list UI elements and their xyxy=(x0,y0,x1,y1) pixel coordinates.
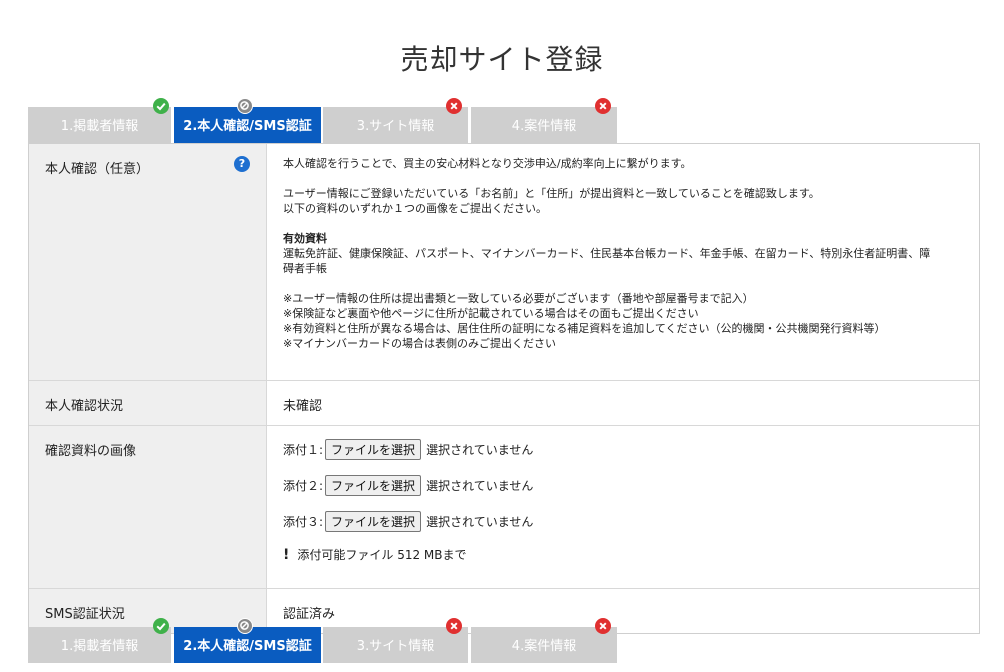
identity-form: 本人確認（任意） ? 本人確認を行うことで、買主の安心材料となり交渉申込/成約率… xyxy=(28,143,980,634)
valid-docs-heading: 有効資料 xyxy=(283,232,327,245)
file-status: 選択されていません xyxy=(426,478,534,493)
file-status: 選択されていません xyxy=(426,514,534,529)
tab-identity-sms[interactable]: 2.本人確認/SMS認証 xyxy=(174,98,321,143)
help-icon[interactable]: ? xyxy=(234,156,250,172)
page-title: 売却サイト登録 xyxy=(400,43,604,76)
tab-label: 1.掲載者情報 xyxy=(60,119,139,134)
error-icon xyxy=(595,98,611,114)
choose-file-button[interactable]: ファイルを選択 xyxy=(325,438,422,460)
error-icon xyxy=(595,618,611,634)
tab-label: 4.案件情報 xyxy=(511,639,577,654)
file-line-1: 添付１: ファイルを選択 選択されていません xyxy=(283,438,963,460)
identity-match-line2: 以下の資料のいずれか１つの画像をご提出ください。 xyxy=(283,202,547,215)
identity-status-label: 本人確認状況 xyxy=(29,381,267,425)
images-row: 確認資料の画像 添付１: ファイルを選択 選択されていません 添付２: ファイル… xyxy=(29,426,979,589)
identity-status-row: 本人確認状況 未確認 xyxy=(29,381,979,426)
images-value: 添付１: ファイルを選択 選択されていません 添付２: ファイルを選択 選択され… xyxy=(267,426,979,588)
file-label: 添付３: xyxy=(283,514,324,529)
tab-label: 1.掲載者情報 xyxy=(60,639,139,654)
identity-label: 本人確認（任意） xyxy=(45,162,150,177)
pending-icon xyxy=(237,618,253,634)
tab-poster-info[interactable]: 1.掲載者情報 xyxy=(28,618,171,663)
tab-label: 2.本人確認/SMS認証 xyxy=(183,119,312,134)
file-label: 添付２: xyxy=(283,478,324,493)
tab-site-info[interactable]: 3.サイト情報 xyxy=(323,618,468,663)
images-label: 確認資料の画像 xyxy=(29,426,267,588)
valid-docs-line1: 運転免許証、健康保険証、パスポート、マイナンバーカード、住民基本台帳カード、年金… xyxy=(283,247,931,260)
choose-file-button[interactable]: ファイルを選択 xyxy=(325,474,422,496)
note-4: ※マイナンバーカードの場合は表側のみご提出ください xyxy=(283,337,556,350)
tab-site-info[interactable]: 3.サイト情報 xyxy=(323,98,468,143)
pending-icon xyxy=(237,98,253,114)
tab-label: 3.サイト情報 xyxy=(356,119,435,134)
identity-match-line1: ユーザー情報にご登録いただいている「お名前」と「住所」が提出資料と一致しているこ… xyxy=(283,187,820,200)
identity-label-cell: 本人確認（任意） ? xyxy=(29,144,267,380)
valid-docs-line2: 碍者手帳 xyxy=(283,262,327,275)
tab-label: 4.案件情報 xyxy=(511,119,577,134)
check-icon xyxy=(153,98,169,114)
tab-listing-info[interactable]: 4.案件情報 xyxy=(471,618,617,663)
note-2: ※保険証など裏面や他ページに住所が記載されている場合はその面もご提出ください xyxy=(283,307,699,320)
tab-label: 3.サイト情報 xyxy=(356,639,435,654)
identity-status-value: 未確認 xyxy=(267,381,979,425)
file-status: 選択されていません xyxy=(426,442,534,457)
file-line-2: 添付２: ファイルを選択 選択されていません xyxy=(283,474,963,496)
exclamation-icon: ! xyxy=(283,546,290,563)
identity-row: 本人確認（任意） ? 本人確認を行うことで、買主の安心材料となり交渉申込/成約率… xyxy=(29,144,979,381)
identity-intro: 本人確認を行うことで、買主の安心材料となり交渉申込/成約率向上に繋がります。 xyxy=(283,157,692,170)
file-limit-note: ! 添付可能ファイル 512 MBまで xyxy=(283,546,963,563)
choose-file-button[interactable]: ファイルを選択 xyxy=(325,510,422,532)
file-limit-text: 添付可能ファイル 512 MBまで xyxy=(297,548,467,562)
tab-identity-sms[interactable]: 2.本人確認/SMS認証 xyxy=(174,618,321,663)
file-line-3: 添付３: ファイルを選択 選択されていません xyxy=(283,510,963,532)
error-icon xyxy=(446,618,462,634)
tab-listing-info[interactable]: 4.案件情報 xyxy=(471,98,617,143)
note-1: ※ユーザー情報の住所は提出書類と一致している必要がございます（番地や部屋番号まで… xyxy=(283,292,754,305)
tab-poster-info[interactable]: 1.掲載者情報 xyxy=(28,98,171,143)
note-3: ※有効資料と住所が異なる場合は、居住住所の証明になる補足資料を追加してください（… xyxy=(283,322,886,335)
file-label: 添付１: xyxy=(283,442,324,457)
identity-description: 本人確認を行うことで、買主の安心材料となり交渉申込/成約率向上に繋がります。 ユ… xyxy=(267,144,979,380)
tab-label: 2.本人確認/SMS認証 xyxy=(183,639,312,654)
error-icon xyxy=(446,98,462,114)
check-icon xyxy=(153,618,169,634)
